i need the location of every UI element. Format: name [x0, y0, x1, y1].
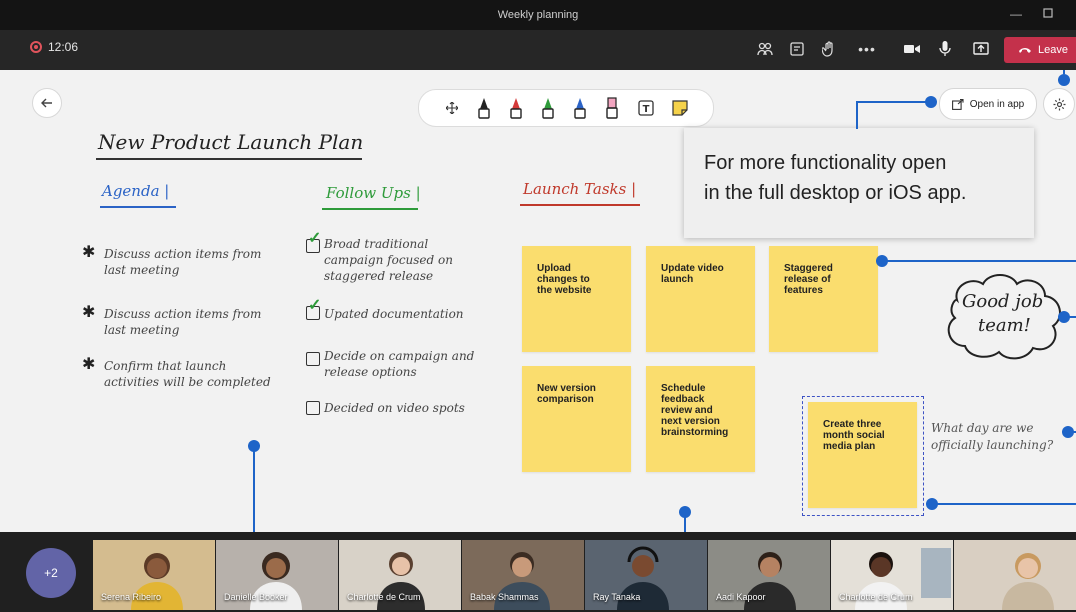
- participant-name: Charlotte de Crum: [839, 592, 913, 602]
- launch-tasks-heading: Launch Tasks |: [523, 180, 637, 198]
- sticky-note[interactable]: Staggered release of features: [769, 246, 878, 352]
- participant-name: Charlotte de Crum: [347, 592, 421, 602]
- followups-underline: [322, 208, 418, 210]
- followup-item: Broad traditional campaign focused on stag…: [324, 237, 453, 283]
- pen-green-icon[interactable]: [535, 94, 561, 122]
- sticky-note-selected[interactable]: Create three month social media plan: [808, 402, 917, 508]
- maximize-icon[interactable]: [1040, 6, 1056, 22]
- agenda-underline: [100, 206, 176, 208]
- launch-question-note: What day are we officially launching?: [931, 421, 1054, 452]
- participant-name: Danielle Booker: [224, 592, 288, 602]
- agenda-item: Confirm that launch activities will be co…: [104, 359, 271, 389]
- participant-name: Babak Shammas: [470, 592, 539, 602]
- more-participants-button[interactable]: +2: [26, 548, 76, 598]
- share-screen-icon[interactable]: [966, 34, 996, 64]
- pen-red-icon[interactable]: [503, 94, 529, 122]
- move-tool-icon[interactable]: [439, 94, 465, 122]
- more-options-icon[interactable]: •••: [852, 34, 882, 64]
- microphone-icon[interactable]: [930, 34, 960, 64]
- open-external-icon: [951, 98, 964, 110]
- callout-line: [684, 516, 686, 532]
- tooltip-line-1: For more functionality open: [704, 152, 947, 174]
- followup-checkbox[interactable]: [306, 401, 320, 415]
- camera-icon[interactable]: [897, 34, 927, 64]
- whiteboard-canvas[interactable]: T Open in app For more functionality ope…: [0, 70, 1076, 532]
- arrow-left-icon: [41, 98, 52, 108]
- callout-dot: [1058, 74, 1070, 86]
- recording-icon: [30, 41, 42, 53]
- checkmark-icon: ✓: [308, 297, 322, 314]
- star-mark-icon: ✱: [82, 244, 96, 261]
- participant-tile[interactable]: [954, 540, 1076, 610]
- functionality-tooltip: For more functionality open in the full …: [684, 128, 1034, 238]
- phone-hangup-icon: [1019, 48, 1031, 53]
- followup-item: Upated documentation: [324, 307, 464, 321]
- open-in-app-label: Open in app: [969, 98, 1025, 110]
- plan-title: New Product Launch Plan: [98, 130, 364, 154]
- followup-item: Decided on video spots: [324, 401, 465, 415]
- title-bar: Weekly planning —: [0, 0, 1076, 30]
- settings-button[interactable]: [1043, 88, 1075, 120]
- star-mark-icon: ✱: [82, 304, 96, 321]
- participant-name: Aadi Kapoor: [716, 592, 766, 602]
- callout-line: [253, 450, 255, 532]
- agenda-item: Discuss action items from last meeting: [104, 247, 262, 277]
- participant-strip: +2 Serena Ribeiro Danielle Booker Charlo…: [0, 532, 1076, 612]
- participant-tile[interactable]: Aadi Kapoor: [708, 540, 830, 610]
- people-icon[interactable]: [750, 34, 780, 64]
- participant-name: Ray Tanaka: [593, 592, 641, 602]
- followup-item: Decide on campaign and release options: [324, 349, 475, 379]
- callout-line: [1068, 316, 1076, 318]
- leave-button[interactable]: Leave: [1004, 37, 1076, 63]
- participant-tile[interactable]: Charlotte de Crum: [831, 540, 953, 610]
- callout-line: [886, 260, 1076, 262]
- sticky-note[interactable]: Upload changes to the website: [522, 246, 631, 352]
- title-underline: [96, 158, 362, 160]
- participant-tile[interactable]: Serena Ribeiro: [93, 540, 215, 610]
- tooltip-line-2: in the full desktop or iOS app.: [704, 182, 967, 204]
- meeting-controls-bar: 12:06 ••• Leave: [0, 30, 1076, 70]
- back-button[interactable]: [32, 88, 62, 118]
- participant-video: [954, 540, 1076, 610]
- text-tool-icon[interactable]: T: [633, 94, 659, 122]
- launch-tasks-underline: [520, 204, 640, 206]
- pen-blue-icon[interactable]: [567, 94, 593, 122]
- callout-line: [1063, 70, 1065, 74]
- callout-line: [856, 101, 858, 129]
- open-in-app-button[interactable]: Open in app: [939, 88, 1037, 120]
- raise-hand-icon[interactable]: [814, 34, 844, 64]
- star-mark-icon: ✱: [82, 356, 96, 373]
- sticky-note[interactable]: New version comparison: [522, 366, 631, 472]
- cloud-message: Good job team!: [962, 291, 1044, 336]
- checkmark-icon: ✓: [308, 230, 322, 247]
- participant-tile[interactable]: Danielle Booker: [216, 540, 338, 610]
- highlighter-icon[interactable]: [599, 94, 625, 122]
- sticky-note[interactable]: Schedule feedback review and next version br…: [646, 366, 755, 472]
- followup-checkbox[interactable]: [306, 352, 320, 366]
- sticky-note[interactable]: Update video launch: [646, 246, 755, 352]
- window-title: Weekly planning: [497, 9, 579, 21]
- followups-heading: Follow Ups |: [326, 184, 421, 202]
- drawing-toolbar: T: [418, 89, 714, 127]
- agenda-item: Discuss action items from last meeting: [104, 307, 262, 337]
- chat-icon[interactable]: [782, 34, 812, 64]
- minimize-icon[interactable]: —: [1008, 6, 1024, 22]
- leave-label: Leave: [1038, 44, 1068, 56]
- callout-line: [936, 503, 1076, 505]
- callout-line: [1072, 431, 1076, 433]
- participant-tile[interactable]: Babak Shammas: [462, 540, 584, 610]
- meeting-timer: 12:06: [48, 40, 79, 54]
- sticky-note-icon[interactable]: [667, 94, 693, 122]
- callout-line: [857, 101, 927, 103]
- participant-tile[interactable]: Charlotte de Crum: [339, 540, 461, 610]
- agenda-heading: Agenda |: [102, 182, 170, 200]
- participant-name: Serena Ribeiro: [101, 592, 162, 602]
- participant-tile[interactable]: Ray Tanaka: [585, 540, 707, 610]
- gear-icon: [1053, 98, 1065, 110]
- pen-black-icon[interactable]: [471, 94, 497, 122]
- svg-text:T: T: [643, 104, 650, 115]
